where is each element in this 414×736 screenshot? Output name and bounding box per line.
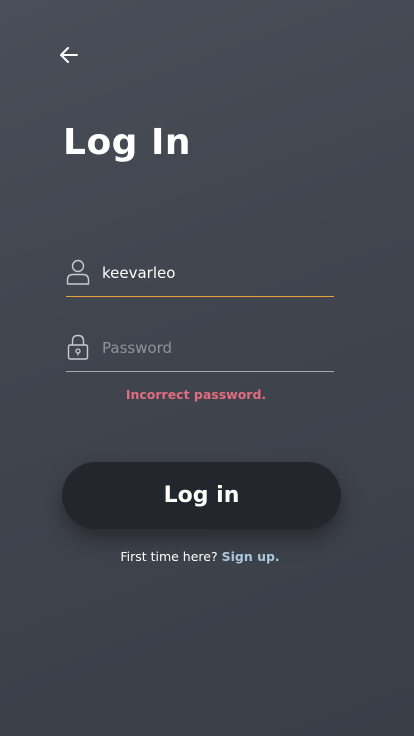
login-button[interactable]: Log in <box>62 462 341 529</box>
signup-prompt-text: First time here? <box>120 549 218 564</box>
username-input[interactable] <box>102 256 328 290</box>
lock-icon <box>67 334 89 360</box>
password-field <box>66 331 334 372</box>
signup-prompt: First time here? Sign up. <box>0 549 400 564</box>
back-button[interactable] <box>56 42 82 68</box>
signup-link[interactable]: Sign up. <box>222 549 280 564</box>
login-screen: Log In Incorrect password. Log in First … <box>0 0 414 736</box>
error-message: Incorrect password. <box>125 387 267 402</box>
page-title: Log In <box>63 122 191 163</box>
user-icon <box>66 259 90 285</box>
arrow-left-icon <box>60 47 78 63</box>
password-input[interactable] <box>102 331 328 365</box>
username-field <box>66 256 334 297</box>
